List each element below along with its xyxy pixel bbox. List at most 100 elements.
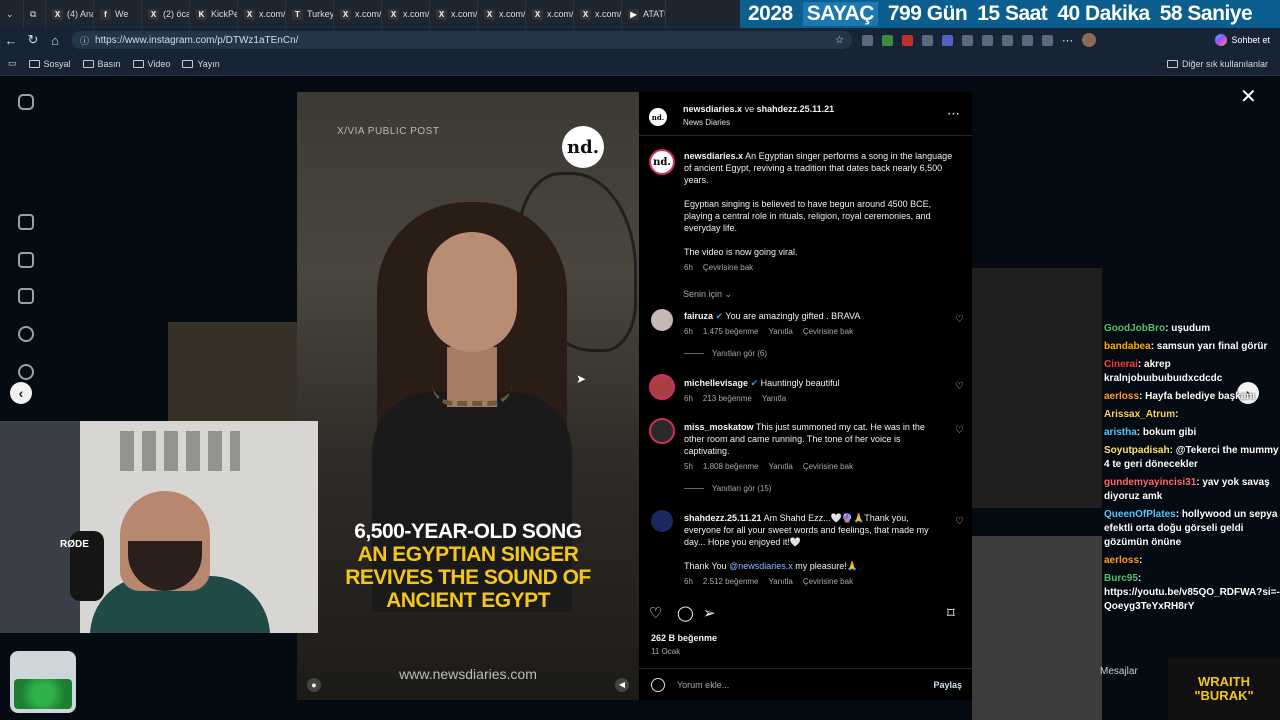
- like-comment-icon[interactable]: ♡: [955, 381, 964, 392]
- close-icon[interactable]: ✕: [1240, 84, 1257, 109]
- commenter-avatar[interactable]: [649, 374, 675, 400]
- split-screen-icon[interactable]: [982, 34, 993, 46]
- comment-icon[interactable]: ◯: [677, 604, 694, 622]
- downloads-icon[interactable]: [1042, 34, 1053, 46]
- reply-button[interactable]: Yanıtla: [769, 576, 793, 588]
- home-icon[interactable]: ⌂: [44, 33, 66, 48]
- browser-tab[interactable]: ▶ ATATÜR: [622, 0, 666, 28]
- chat-username[interactable]: aerloss: [1104, 391, 1139, 402]
- commenter-name[interactable]: shahdezz.25.11.21: [684, 513, 762, 523]
- comment-likes[interactable]: 1.808 beğenme: [703, 461, 759, 473]
- chat-username[interactable]: Arissax_Atrum: [1104, 409, 1175, 420]
- post-author-avatar[interactable]: nd.: [649, 108, 667, 126]
- favorites-icon[interactable]: [1002, 34, 1013, 46]
- comment-sort-dropdown[interactable]: Senin için ⌄: [683, 289, 732, 300]
- chat-username[interactable]: aristha: [1104, 427, 1137, 438]
- post-comment-button[interactable]: Paylaş: [933, 680, 962, 690]
- home-icon[interactable]: [18, 214, 34, 230]
- search-icon[interactable]: [18, 326, 34, 342]
- chat-username[interactable]: aerloss: [1104, 555, 1139, 566]
- chat-username[interactable]: GoodJobBro: [1104, 323, 1165, 334]
- collections-icon[interactable]: [1022, 34, 1033, 46]
- bookmark-folder[interactable]: Sosyal: [28, 59, 71, 69]
- share-icon[interactable]: ➢: [703, 604, 716, 622]
- tab-menu-button[interactable]: ⌄: [0, 0, 24, 28]
- post-video[interactable]: X/VIA PUBLIC POST nd. 6,500-YEAR-OLD SON…: [297, 92, 639, 700]
- view-replies[interactable]: Yanıtları gör (15): [684, 484, 771, 493]
- commenter-avatar[interactable]: [649, 418, 675, 444]
- extension-icon[interactable]: [962, 34, 973, 46]
- more-menu-icon[interactable]: ⋯: [1062, 34, 1073, 47]
- browser-tab[interactable]: Xx.com/: [574, 0, 622, 28]
- bookmark-folder[interactable]: Basın: [82, 59, 121, 69]
- mention-link[interactable]: @newsdiaries.x: [729, 561, 793, 571]
- comment-likes[interactable]: 1.475 beğenme: [703, 326, 759, 338]
- chat-username[interactable]: bandabea: [1104, 341, 1151, 352]
- browser-tab[interactable]: Xx.com/: [238, 0, 286, 28]
- browser-tab[interactable]: f We: [94, 0, 142, 28]
- url-bar[interactable]: ⓘ https://www.instagram.com/p/DTWz1aTEnC…: [72, 31, 852, 49]
- emoji-icon[interactable]: [651, 677, 665, 692]
- extension-icon[interactable]: [922, 34, 933, 46]
- messages-icon[interactable]: [18, 288, 34, 304]
- chat-username[interactable]: QueenOfPlates: [1104, 509, 1176, 520]
- like-comment-icon[interactable]: ♡: [955, 425, 964, 436]
- caption-author[interactable]: newsdiaries.x: [684, 151, 743, 161]
- browser-tab[interactable]: Xx.com/: [382, 0, 430, 28]
- see-translation-link[interactable]: Çevirisine bak: [803, 576, 853, 588]
- caption-avatar[interactable]: nd.: [649, 149, 675, 175]
- extension-icon[interactable]: [902, 34, 913, 46]
- extension-icon[interactable]: [942, 34, 953, 46]
- browser-tab[interactable]: X (2) öca: [142, 0, 190, 28]
- chat-username[interactable]: Soyutpadisah: [1104, 445, 1170, 456]
- sound-toggle-icon[interactable]: ◀: [615, 678, 629, 692]
- browser-tab[interactable]: K KickPer: [190, 0, 238, 28]
- instagram-logo-icon[interactable]: [18, 94, 34, 110]
- favorite-star-icon[interactable]: ☆: [835, 35, 844, 46]
- comment-input[interactable]: Yorum ekle...: [677, 680, 729, 690]
- chat-username[interactable]: gundemyayincisi31: [1104, 477, 1196, 488]
- sidebar-toggle-icon[interactable]: ▭: [8, 58, 17, 69]
- previous-post-arrow[interactable]: ‹: [10, 382, 32, 404]
- like-icon[interactable]: ♡: [649, 604, 662, 622]
- reply-button[interactable]: Yanıtla: [762, 393, 786, 405]
- coauthor-link[interactable]: shahdezz.25.11.21: [757, 104, 835, 114]
- commenter-avatar[interactable]: [651, 510, 673, 532]
- reload-icon[interactable]: ↻: [22, 32, 44, 48]
- bookmark-icon[interactable]: ⌑: [947, 604, 955, 622]
- other-bookmarks[interactable]: Diğer sık kullanılanlar: [1166, 59, 1268, 69]
- commenter-name[interactable]: fairuza: [684, 311, 713, 321]
- site-info-icon[interactable]: ⓘ: [80, 34, 89, 47]
- browser-tab[interactable]: T Turkey: [286, 0, 334, 28]
- commenter-name[interactable]: miss_moskatow: [684, 422, 754, 432]
- profile-avatar[interactable]: [1082, 33, 1096, 47]
- see-translation-link[interactable]: Çevirisine bak: [803, 461, 853, 473]
- comment-likes[interactable]: 2.512 beğenme: [703, 576, 759, 588]
- see-translation-link[interactable]: Çevirisine bak: [703, 262, 753, 274]
- commenter-avatar[interactable]: [651, 309, 673, 331]
- chat-username[interactable]: Cinerai: [1104, 359, 1138, 370]
- view-replies[interactable]: Yanıtları gör (6): [684, 349, 767, 358]
- back-icon[interactable]: ←: [0, 33, 22, 48]
- comment-likes[interactable]: 213 beğenme: [703, 393, 752, 405]
- reply-button[interactable]: Yanıtla: [769, 326, 793, 338]
- more-options-icon[interactable]: ⋯: [947, 106, 960, 122]
- browser-tab[interactable]: X (4) Ana: [46, 0, 94, 28]
- copilot-chat-button[interactable]: Sohbet et: [1215, 34, 1270, 46]
- commenter-name[interactable]: michellevisage: [684, 378, 748, 388]
- like-comment-icon[interactable]: ♡: [955, 516, 964, 527]
- see-translation-link[interactable]: Çevirisine bak: [803, 326, 853, 338]
- tab-actions-button[interactable]: ⧉: [24, 0, 46, 28]
- likes-count[interactable]: 262 B beğenme: [651, 633, 717, 643]
- reply-button[interactable]: Yanıtla: [769, 461, 793, 473]
- bookmark-folder[interactable]: Yayın: [182, 59, 220, 69]
- like-comment-icon[interactable]: ♡: [955, 314, 964, 325]
- messages-button[interactable]: Mesajlar: [1100, 666, 1138, 677]
- bookmark-folder[interactable]: Video: [132, 59, 170, 69]
- tagged-user-icon[interactable]: ●: [307, 678, 321, 692]
- chat-username[interactable]: Burc95: [1104, 573, 1138, 584]
- explore-icon[interactable]: [18, 364, 34, 380]
- browser-tab[interactable]: Xx.com/: [430, 0, 478, 28]
- browser-tab[interactable]: Xx.com/: [334, 0, 382, 28]
- browser-tab[interactable]: Xx.com/: [478, 0, 526, 28]
